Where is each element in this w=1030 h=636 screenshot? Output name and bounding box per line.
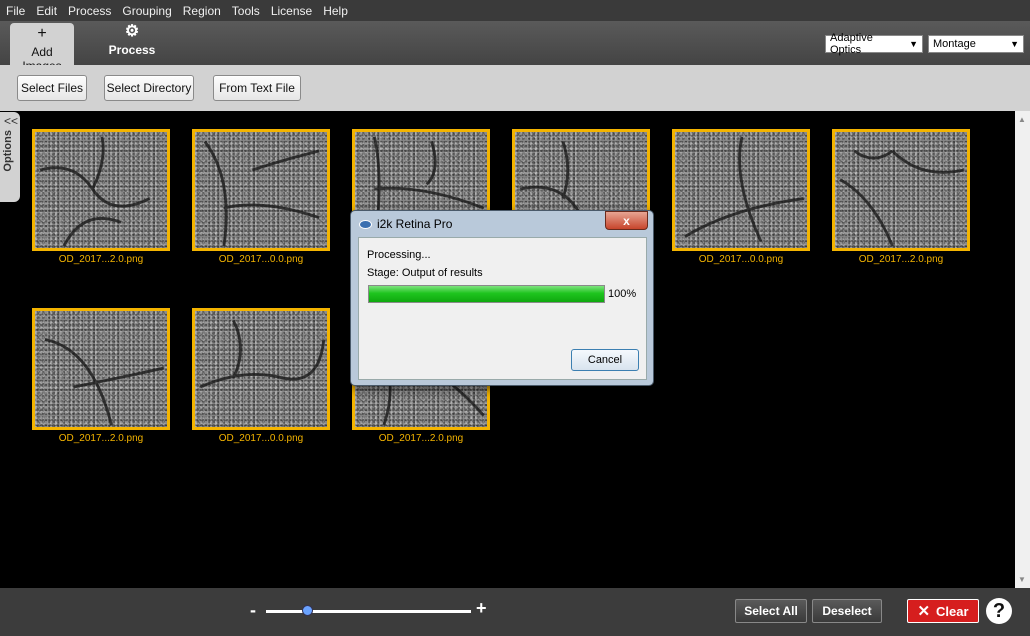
tab-process-label: Process bbox=[108, 43, 156, 57]
clear-button[interactable]: ✕ Clear bbox=[907, 599, 979, 623]
scroll-up-icon[interactable]: ▲ bbox=[1018, 115, 1026, 124]
dialog-title: i2k Retina Pro bbox=[377, 217, 453, 231]
image-thumbnail[interactable]: OD_2017...2.0.png bbox=[32, 129, 170, 265]
image-thumbnail[interactable]: OD_2017...2.0.png bbox=[832, 129, 970, 265]
bottom-bar: - + Select All Deselect ✕ Clear ? bbox=[0, 588, 1030, 636]
image-caption: OD_2017...2.0.png bbox=[58, 433, 144, 444]
image-caption: OD_2017...0.0.png bbox=[218, 254, 304, 265]
chevron-down-icon: ▼ bbox=[1010, 39, 1019, 49]
double-chevron-left-icon: << bbox=[4, 114, 19, 128]
retina-image[interactable] bbox=[832, 129, 970, 251]
tab-add-images[interactable]: + Add Images bbox=[10, 23, 74, 73]
retina-image[interactable] bbox=[672, 129, 810, 251]
chevron-down-icon: ▼ bbox=[909, 39, 918, 49]
progress-percent: 100% bbox=[608, 288, 637, 300]
clear-label: Clear bbox=[936, 603, 969, 619]
menu-license[interactable]: License bbox=[271, 4, 312, 18]
deselect-button[interactable]: Deselect bbox=[812, 599, 882, 623]
retina-image[interactable] bbox=[192, 129, 330, 251]
output-dropdown-value: Montage bbox=[933, 38, 976, 50]
image-caption: OD_2017...0.0.png bbox=[698, 254, 784, 265]
menu-tools[interactable]: Tools bbox=[232, 4, 260, 18]
select-all-button[interactable]: Select All bbox=[735, 599, 807, 623]
dialog-close-button[interactable]: x bbox=[605, 211, 648, 230]
action-bar: Select Files Select Directory From Text … bbox=[0, 65, 1030, 111]
processing-stage: Stage: Output of results bbox=[367, 267, 483, 279]
output-dropdown[interactable]: Montage ▼ bbox=[928, 35, 1024, 53]
mode-dropdown-value: Adaptive Optics bbox=[830, 32, 873, 56]
image-caption: OD_2017...2.0.png bbox=[378, 433, 464, 444]
menu-help[interactable]: Help bbox=[323, 4, 348, 18]
dialog-title-bar[interactable]: i2k Retina Pro bbox=[359, 217, 452, 231]
menu-process[interactable]: Process bbox=[68, 4, 111, 18]
from-text-file-button[interactable]: From Text File bbox=[213, 75, 301, 101]
retina-image[interactable] bbox=[192, 308, 330, 430]
options-label: Options bbox=[2, 130, 14, 172]
zoom-slider-handle[interactable] bbox=[301, 605, 313, 616]
app-window: File Edit Process Grouping Region Tools … bbox=[0, 0, 1030, 636]
image-thumbnail[interactable]: OD_2017...0.0.png bbox=[192, 308, 330, 444]
zoom-in-button[interactable]: + bbox=[476, 598, 487, 619]
menu-region[interactable]: Region bbox=[183, 4, 221, 18]
options-panel-toggle[interactable]: << Options bbox=[0, 112, 20, 202]
image-caption: OD_2017...2.0.png bbox=[58, 254, 144, 265]
mode-dropdown[interactable]: Adaptive Optics ▼ bbox=[825, 32, 923, 56]
image-thumbnail[interactable]: OD_2017...0.0.png bbox=[672, 129, 810, 265]
tab-process[interactable]: ⚙ Process bbox=[100, 21, 164, 65]
plus-icon: + bbox=[37, 25, 47, 42]
processing-status: Processing... bbox=[367, 249, 431, 261]
progress-bar-fill bbox=[369, 286, 604, 302]
progress-bar bbox=[368, 285, 605, 303]
eye-icon bbox=[359, 219, 372, 229]
select-directory-button[interactable]: Select Directory bbox=[104, 75, 194, 101]
vertical-scrollbar[interactable]: ▲ ▼ bbox=[1015, 111, 1030, 588]
image-caption: OD_2017...0.0.png bbox=[218, 433, 304, 444]
select-files-button[interactable]: Select Files bbox=[17, 75, 87, 101]
retina-image[interactable] bbox=[32, 308, 170, 430]
retina-image[interactable] bbox=[32, 129, 170, 251]
scroll-down-icon[interactable]: ▼ bbox=[1018, 575, 1026, 584]
gear-icon: ⚙ bbox=[124, 23, 140, 40]
zoom-out-button[interactable]: - bbox=[250, 600, 256, 621]
help-button[interactable]: ? bbox=[986, 598, 1012, 624]
menu-file[interactable]: File bbox=[6, 4, 25, 18]
menu-bar: File Edit Process Grouping Region Tools … bbox=[0, 0, 1030, 21]
zoom-slider-track[interactable] bbox=[266, 610, 471, 613]
menu-grouping[interactable]: Grouping bbox=[122, 4, 171, 18]
processing-dialog: i2k Retina Pro x Processing... Stage: Ou… bbox=[350, 210, 654, 386]
image-thumbnail[interactable]: OD_2017...0.0.png bbox=[192, 129, 330, 265]
close-icon: ✕ bbox=[917, 603, 931, 620]
cancel-button[interactable]: Cancel bbox=[571, 349, 639, 371]
image-caption: OD_2017...2.0.png bbox=[858, 254, 944, 265]
menu-edit[interactable]: Edit bbox=[36, 4, 57, 18]
main-toolbar: + Add Images ⚙ Process Adaptive Optics ▼… bbox=[0, 21, 1030, 73]
image-thumbnail[interactable]: OD_2017...2.0.png bbox=[32, 308, 170, 444]
dialog-body: Processing... Stage: Output of results 1… bbox=[358, 237, 647, 380]
